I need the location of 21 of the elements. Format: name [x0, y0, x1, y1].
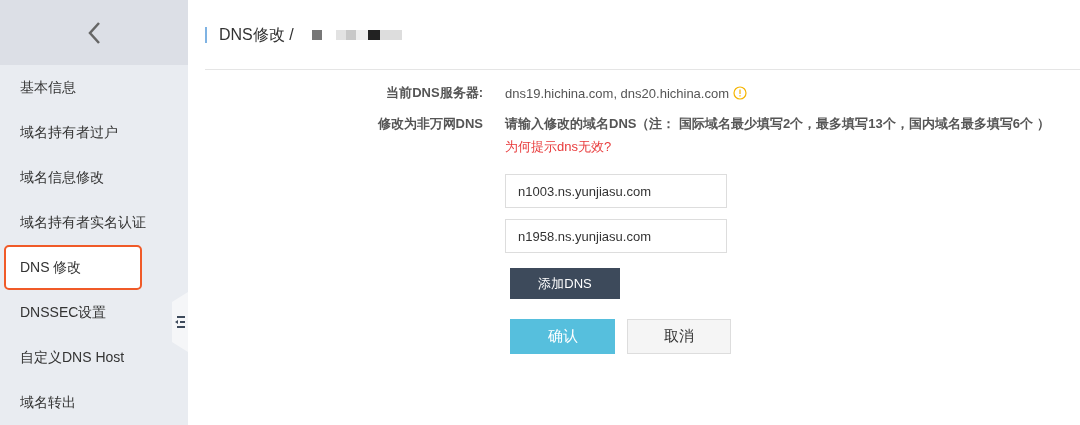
field-label: 修改为非万网DNS — [376, 115, 483, 133]
add-dns-button[interactable]: 添加DNS — [510, 268, 620, 299]
cancel-button[interactable]: 取消 — [627, 319, 731, 354]
dns-input-field[interactable]: n1958.ns.yunjiasu.com — [505, 219, 727, 253]
help-link[interactable]: 为何提示dns无效? — [505, 138, 1080, 156]
collapse-icon — [175, 316, 185, 328]
back-chevron-icon[interactable] — [87, 20, 101, 45]
sidebar-item[interactable]: 域名持有者过户 — [0, 110, 170, 155]
instruction-text: 请输入修改的域名DNS（注： 国际域名最少填写2个，最多填写13个，国内域名最多填写6个 ） — [505, 115, 1051, 133]
dns-input-field[interactable]: n1003.ns.yunjiasu.com — [505, 174, 727, 208]
sidebar-item[interactable]: 域名持有者实名认证 — [0, 200, 170, 245]
sidebar-item[interactable]: DNS 修改 — [4, 245, 142, 290]
sidebar-item[interactable]: 自定义DNS Host — [0, 335, 170, 380]
page-title: DNS修改 / — [205, 26, 294, 43]
current-dns-value: dns19.hichina.com, dns20.hichina.com — [505, 85, 730, 101]
field-label: 当前DNS服务器: — [385, 84, 483, 102]
warning-icon — [733, 86, 748, 100]
sidebar-item[interactable]: DNSSEC设置 — [0, 290, 170, 335]
sidebar-item[interactable]: 基本信息 — [0, 65, 170, 110]
sidebar-item[interactable]: 域名信息修改 — [0, 155, 170, 200]
sidebar-item[interactable]: 域名转出 — [0, 380, 170, 425]
